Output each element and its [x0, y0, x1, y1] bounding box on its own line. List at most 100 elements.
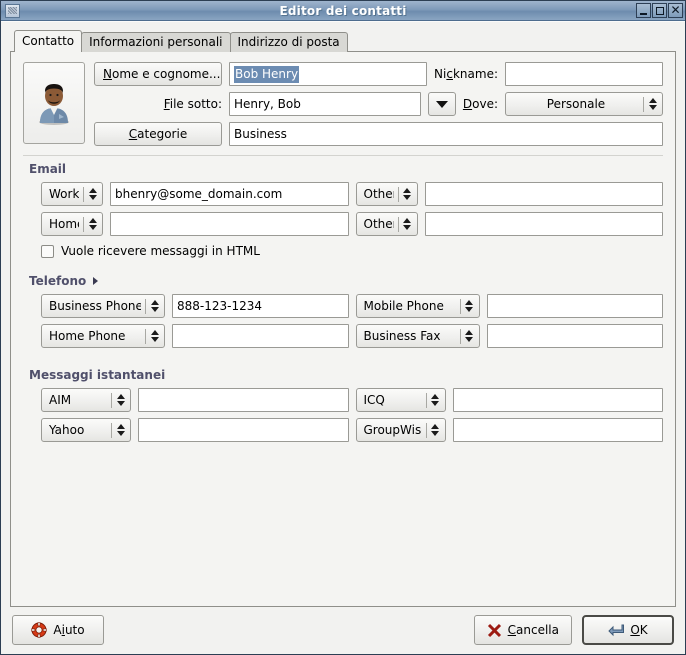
email-section-title: Email [29, 162, 67, 176]
window-client-area: Contatto Informazioni personali Indirizz… [1, 21, 685, 654]
full-name-value: Bob Henry [234, 66, 300, 83]
tab-strip: Contatto Informazioni personali Indirizz… [10, 30, 676, 52]
row-categories: Categorie Business [94, 122, 663, 146]
contact-notebook: Contatto Informazioni personali Indirizz… [10, 30, 676, 607]
email-value-1[interactable]: bhenry@some_domain.com [110, 182, 349, 206]
close-button[interactable]: ✕ [668, 3, 683, 18]
tab-contatto[interactable]: Contatto [14, 30, 83, 52]
file-under-dropdown-button[interactable] [427, 92, 456, 116]
row-file-under: File sotto: Henry, Bob Dove: Personale [94, 92, 663, 116]
nickname-input[interactable] [505, 62, 663, 86]
email-value-4[interactable] [424, 212, 663, 236]
im-section-title: Messaggi istantanei [29, 368, 166, 382]
contact-header-fields: Nome e cognome... Bob Henry Nickname: Fi… [94, 62, 663, 146]
spinner-arrows-icon [150, 330, 159, 342]
full-name-button[interactable]: Nome e cognome... [94, 62, 222, 86]
spinner-arrows-icon [465, 330, 474, 342]
email-type-2[interactable]: Home [41, 212, 103, 236]
maximize-button[interactable] [652, 3, 667, 18]
spinner-arrows-icon [116, 424, 125, 436]
phone-value-3[interactable] [486, 294, 663, 318]
spinner-arrows-icon [431, 394, 440, 406]
phone-value-1[interactable]: 888-123-1234 [172, 294, 349, 318]
categories-button[interactable]: Categorie [94, 122, 222, 146]
expander-arrow-icon[interactable] [93, 277, 99, 285]
window-title: Editor dei contatti [279, 3, 407, 18]
phone-rows: Business Phone 888-123-1234 Mobile Phone [41, 294, 663, 348]
window-titlebar: Editor dei contatti ✕ [1, 1, 685, 21]
phone-value-4[interactable] [486, 324, 663, 348]
contact-header-area: Nome e cognome... Bob Henry Nickname: Fi… [23, 62, 663, 146]
ok-enter-icon [608, 623, 625, 638]
contact-window-icon [5, 3, 20, 18]
minimize-button[interactable] [636, 3, 651, 18]
categories-input[interactable]: Business [229, 122, 663, 146]
im-type-3[interactable]: ICQ [355, 388, 446, 412]
email-type-4[interactable]: Other [355, 212, 418, 236]
email-section: Email Work bhenry@some_domain.com Othe H… [23, 162, 663, 258]
email-value-3[interactable] [424, 182, 663, 206]
contact-photo-frame[interactable] [23, 62, 85, 144]
ok-button[interactable]: OK [582, 615, 674, 645]
where-label: Dove: [462, 97, 498, 111]
tab-panel-contatto: Nome e cognome... Bob Henry Nickname: Fi… [10, 51, 676, 607]
im-value-3[interactable] [452, 388, 663, 412]
header-divider [23, 155, 663, 156]
im-value-4[interactable] [452, 418, 663, 442]
email-row: Work bhenry@some_domain.com Other [41, 182, 663, 206]
spinner-arrows-icon [465, 300, 474, 312]
email-row: Home Other [41, 212, 663, 236]
im-value-1[interactable] [138, 388, 349, 412]
tab-informazioni-personali[interactable]: Informazioni personali [81, 32, 231, 52]
spinner-arrows-icon [116, 394, 125, 406]
phone-row: Home Phone Business Fax [41, 324, 663, 348]
tab-indirizzo-di-posta[interactable]: Indirizzo di posta [229, 32, 348, 52]
ok-button-label: OK [630, 623, 648, 637]
email-type-3[interactable]: Other [355, 182, 418, 206]
spinner-arrows-icon [403, 218, 412, 230]
phone-section-title: Telefono [29, 274, 663, 288]
phone-type-4[interactable]: Business Fax [355, 324, 480, 348]
spinner-arrows-icon [150, 300, 159, 312]
phone-type-2[interactable]: Home Phone [41, 324, 165, 348]
wants-html-checkbox[interactable] [41, 244, 54, 258]
im-type-2[interactable]: Yahoo [41, 418, 131, 442]
chevron-down-icon [435, 100, 448, 108]
full-name-button-label: Nome e cognome... [103, 67, 221, 81]
wants-html-label: Vuole ricevere messaggi in HTML [61, 244, 260, 258]
row-full-name: Nome e cognome... Bob Henry Nickname: [94, 62, 663, 86]
optionmenu-separator [643, 96, 644, 112]
email-type-1[interactable]: Work [41, 182, 103, 206]
phone-section: Telefono Business Phone 888-123-1234 Mob… [23, 274, 663, 348]
contact-editor-window: Editor dei contatti ✕ Contatto Informazi… [0, 0, 686, 655]
help-button[interactable]: Aiuto [12, 615, 104, 645]
phone-type-3[interactable]: Mobile Phone [355, 294, 480, 318]
file-under-label: File sotto: [163, 97, 222, 111]
spinner-arrows-icon [88, 188, 97, 200]
phone-value-2[interactable] [172, 324, 349, 348]
spinner-arrows-icon [431, 424, 440, 436]
help-button-label: Aiuto [53, 623, 85, 637]
im-value-2[interactable] [138, 418, 349, 442]
dialog-action-bar: Aiuto Cancella OK [10, 607, 676, 647]
file-under-input[interactable]: Henry, Bob [229, 92, 421, 116]
phone-type-1[interactable]: Business Phone [41, 294, 165, 318]
im-rows: AIM ICQ Yahoo GroupWis [41, 388, 663, 442]
email-value-2[interactable] [110, 212, 349, 236]
where-optionmenu[interactable]: Personale [505, 92, 663, 116]
spinner-arrows-icon [403, 188, 412, 200]
spinner-arrows-icon [648, 98, 657, 110]
cancel-x-icon [487, 623, 502, 638]
im-type-1[interactable]: AIM [41, 388, 131, 412]
im-type-4[interactable]: GroupWise [355, 418, 446, 442]
where-value: Personale [546, 97, 606, 111]
cancel-button-label: Cancella [507, 623, 559, 637]
email-rows: Work bhenry@some_domain.com Other [41, 182, 663, 236]
nickname-label: Nickname: [434, 67, 498, 81]
contact-avatar-icon [39, 84, 69, 125]
im-section: Messaggi istantanei AIM ICQ Yahoo GroupW… [23, 368, 663, 442]
full-name-input[interactable]: Bob Henry [229, 62, 428, 86]
help-lifering-icon [31, 622, 48, 638]
cancel-button[interactable]: Cancella [473, 615, 572, 645]
wants-html-row[interactable]: Vuole ricevere messaggi in HTML [41, 244, 663, 258]
